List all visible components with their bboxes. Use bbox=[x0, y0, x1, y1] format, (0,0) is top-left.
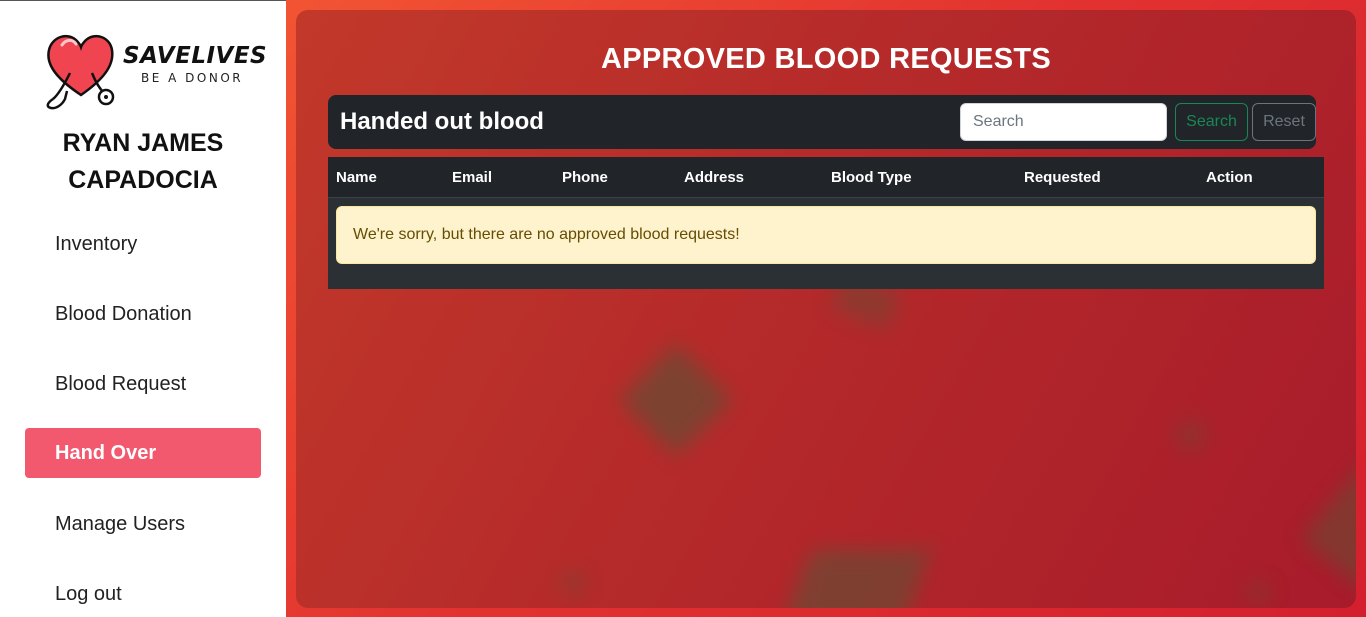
sidebar-item-inventory[interactable]: Inventory bbox=[25, 219, 261, 269]
background-shape bbox=[1176, 420, 1206, 450]
background-shape bbox=[619, 343, 733, 457]
background-shape bbox=[1301, 453, 1356, 597]
search-input[interactable] bbox=[960, 103, 1167, 141]
background-shape bbox=[561, 570, 586, 595]
sidebar-item-manage-users[interactable]: Manage Users bbox=[25, 499, 261, 549]
background-shape bbox=[1246, 580, 1271, 605]
main-content: APPROVED BLOOD REQUESTS Handed out blood… bbox=[286, 0, 1366, 617]
sidebar: SAVELIVES BE A DONOR RYAN JAMES CAPADOCI… bbox=[0, 0, 286, 617]
section-title: Handed out blood bbox=[340, 108, 544, 135]
heart-stethoscope-icon bbox=[46, 34, 115, 110]
content-panel: APPROVED BLOOD REQUESTS Handed out blood… bbox=[296, 10, 1356, 608]
column-header-email[interactable]: Email bbox=[452, 157, 492, 198]
column-header-phone[interactable]: Phone bbox=[562, 157, 608, 198]
empty-state-message: We're sorry, but there are no approved b… bbox=[353, 226, 740, 243]
sidebar-item-hand-over[interactable]: Hand Over bbox=[25, 428, 261, 478]
background-shape bbox=[781, 550, 931, 608]
brand-logo[interactable]: SAVELIVES BE A DONOR bbox=[40, 23, 267, 113]
column-header-requested[interactable]: Requested bbox=[1024, 157, 1101, 198]
reset-button[interactable]: Reset bbox=[1252, 103, 1316, 141]
sidebar-item-blood-donation[interactable]: Blood Donation bbox=[25, 289, 261, 339]
page-title: APPROVED BLOOD REQUESTS bbox=[600, 43, 1051, 75]
brand-tagline: BE A DONOR bbox=[141, 71, 244, 85]
brand-text: SAVELIVES BE A DONOR bbox=[123, 43, 267, 85]
sidebar-item-blood-request[interactable]: Blood Request bbox=[25, 359, 261, 409]
table-header: Name Email Phone Address Blood Type Requ… bbox=[328, 157, 1324, 198]
user-name: RYAN JAMES CAPADOCIA bbox=[62, 129, 224, 194]
requests-table: Name Email Phone Address Blood Type Requ… bbox=[328, 157, 1324, 289]
column-header-action[interactable]: Action bbox=[1206, 157, 1253, 198]
column-header-address[interactable]: Address bbox=[684, 157, 744, 198]
empty-state-alert: We're sorry, but there are no approved b… bbox=[336, 206, 1316, 264]
search-button[interactable]: Search bbox=[1175, 103, 1248, 141]
column-header-name[interactable]: Name bbox=[336, 157, 377, 198]
column-header-blood-type[interactable]: Blood Type bbox=[831, 157, 912, 198]
sidebar-item-log-out[interactable]: Log out bbox=[25, 569, 261, 617]
table-toolbar: Handed out blood Search Reset bbox=[328, 95, 1316, 149]
brand-name: SAVELIVES bbox=[123, 43, 268, 69]
